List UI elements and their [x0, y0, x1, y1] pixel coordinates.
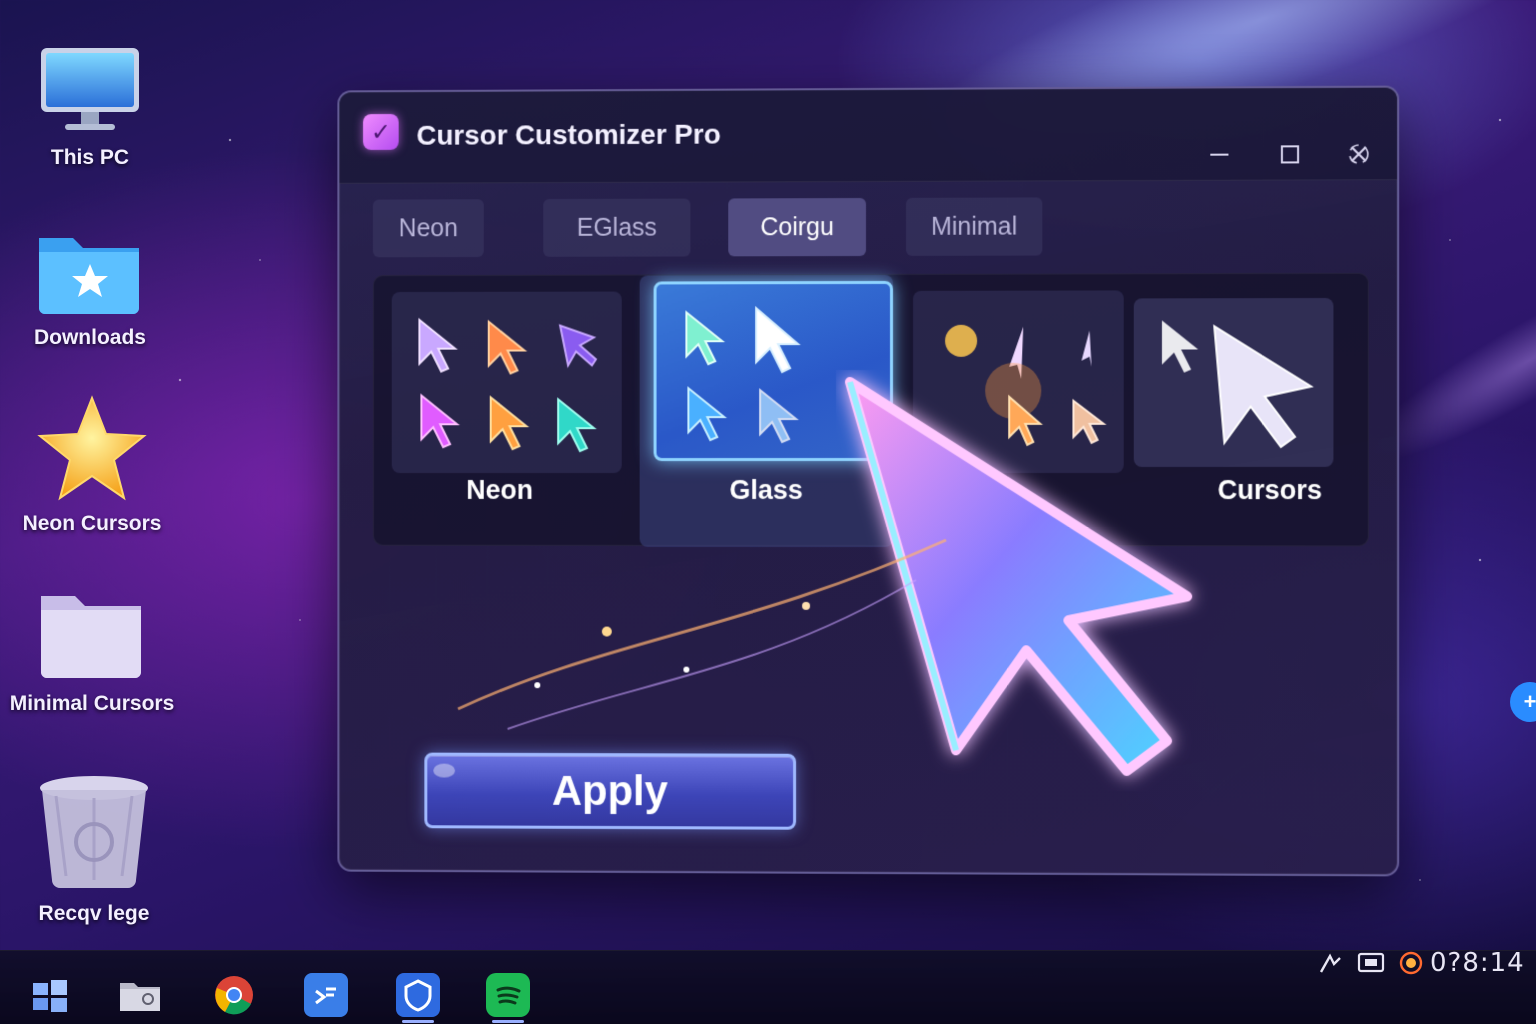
shield-app-icon [404, 979, 432, 1012]
spotify-icon [496, 986, 521, 1005]
cursor-arrow-icon [1081, 330, 1092, 367]
taskbar-clock: 0?8:14 [1430, 948, 1525, 978]
tab-minimal[interactable]: Minimal [906, 197, 1043, 256]
theme-card-sparkle[interactable] [905, 274, 1160, 547]
desktop-icon-label: This PC [50, 146, 130, 169]
tab-eglass[interactable]: EGlass [543, 198, 691, 257]
chrome-icon [215, 976, 253, 1015]
active-app-indicator [492, 1020, 524, 1023]
vscode-icon [315, 987, 336, 1005]
theme-card-label: Glass [729, 475, 803, 505]
cursor-arrow-icon [419, 320, 455, 372]
button-shine [433, 763, 456, 778]
cursor-preview-icons [1161, 320, 1334, 467]
windows-start-icon [33, 980, 67, 1012]
cursor-arrow-icon [1073, 401, 1103, 443]
cursor-preview-icons [657, 306, 802, 458]
file-explorer-icon [120, 983, 160, 1011]
cursor-arrow-icon [760, 388, 800, 444]
taskbar-spotify[interactable] [486, 973, 530, 1023]
desktop-icon-this-pc[interactable]: This PC [0, 44, 180, 170]
close-button[interactable] [1336, 132, 1380, 176]
desktop-icon-downloads[interactable]: Downloads [0, 224, 180, 350]
taskbar [0, 950, 1536, 1024]
desktop-icon-recycle-bin[interactable]: Recqv lege [4, 772, 184, 926]
app-window: ✓ Cursor Customizer Pro Neon EGlass Coir… [337, 85, 1400, 877]
taskbar-chrome[interactable] [212, 973, 256, 1017]
maximize-button[interactable] [1268, 132, 1312, 176]
tray-network[interactable] [1316, 948, 1346, 978]
desktop-icon-minimal-cursors[interactable]: Minimal Cursors [2, 590, 182, 716]
theme-preview [391, 291, 622, 474]
sparkle-trail [448, 520, 966, 751]
folder-icon [41, 596, 141, 678]
cursor-arrow-icon [491, 397, 527, 449]
tab-coirgu[interactable]: Coirgu [728, 197, 866, 257]
desktop-icon-label: Recqv lege [38, 902, 150, 925]
cursor-arrow-icon [1214, 326, 1311, 447]
taskbar-file-explorer[interactable] [118, 973, 162, 1017]
desktop-icon-label: Neon Cursors [22, 512, 162, 535]
network-icon [1319, 953, 1341, 973]
close-icon [1347, 142, 1371, 166]
cursor-arrow-icon [558, 399, 594, 451]
star-icon [37, 395, 147, 501]
desktop-icon-neon-cursors[interactable]: Neon Cursors [2, 394, 182, 536]
record-icon [1399, 951, 1423, 975]
apply-button-label: Apply [551, 766, 668, 815]
theme-card-cursors[interactable]: Cursors [1133, 274, 1398, 548]
folder-star-icon [39, 238, 139, 314]
desktop-icon-label: Minimal Cursors [9, 692, 175, 715]
minimize-icon [1210, 153, 1229, 156]
cursor-arrow-icon [489, 322, 525, 374]
app-logo-icon: ✓ [363, 114, 399, 150]
tray-record[interactable] [1396, 948, 1426, 978]
theme-card-label: Cursors [1217, 474, 1323, 506]
recycle-bin-icon [40, 776, 148, 888]
cursor-arrow-icon [1161, 320, 1199, 373]
desktop-icon-label: Downloads [33, 326, 146, 349]
theme-preview-selected [653, 280, 894, 462]
window-title: Cursor Customizer Pro [416, 118, 721, 151]
taskbar-vscode[interactable] [304, 973, 348, 1017]
apply-button[interactable]: Apply [424, 752, 797, 830]
edge-action-button[interactable]: + [1510, 682, 1536, 722]
cursor-arrow-icon [686, 312, 722, 364]
tray-display[interactable] [1356, 948, 1386, 978]
cursor-arrow-icon [421, 395, 457, 447]
theme-preview [1133, 298, 1334, 467]
active-app-indicator [402, 1020, 434, 1023]
monitor-icon [41, 48, 139, 130]
theme-preview [913, 290, 1124, 473]
tab-neon[interactable]: Neon [372, 199, 484, 258]
cursor-arrow-icon [688, 388, 724, 440]
theme-grid: Neon Glass Cursors [372, 272, 1369, 548]
cursor-arrow-icon [756, 306, 802, 374]
display-icon [1357, 952, 1385, 973]
theme-card-neon[interactable]: Neon [374, 276, 626, 547]
theme-card-label: Neon [466, 475, 534, 505]
cursor-preview-icons [392, 292, 622, 474]
cursor-preview-icons [945, 324, 1124, 473]
taskbar-start-button[interactable] [28, 973, 72, 1017]
taskbar-shield-app[interactable] [396, 973, 440, 1023]
minimize-button[interactable] [1197, 132, 1241, 176]
cursor-arrow-icon [560, 325, 596, 365]
maximize-icon [1279, 143, 1301, 165]
theme-card-glass[interactable]: Glass [639, 274, 894, 548]
